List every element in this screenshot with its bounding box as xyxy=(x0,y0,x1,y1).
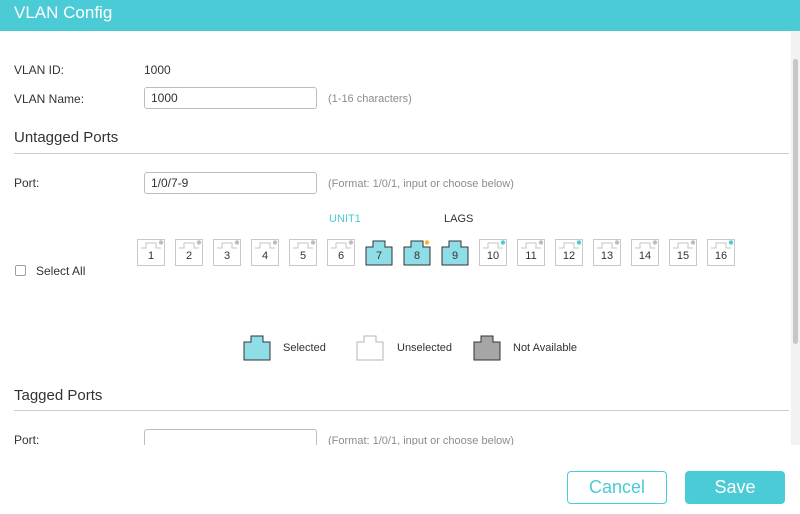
port-number: 2 xyxy=(185,250,193,262)
legend-unselected-label: Unselected xyxy=(397,342,453,354)
port-number: 4 xyxy=(261,250,269,262)
port-number: 8 xyxy=(413,250,421,262)
port-2[interactable]: 2 xyxy=(175,239,203,266)
port-11[interactable]: 11 xyxy=(517,239,545,266)
save-button[interactable]: Save xyxy=(685,471,785,504)
dialog-title: VLAN Config xyxy=(14,3,113,22)
legend-selected xyxy=(243,335,271,366)
port-7[interactable]: 7 xyxy=(365,239,393,266)
port-number: 1 xyxy=(147,250,155,262)
tab-lags[interactable]: LAGS xyxy=(444,213,473,225)
port-12[interactable]: 12 xyxy=(555,239,583,266)
untagged-port-input[interactable] xyxy=(144,172,317,194)
port-number: 16 xyxy=(714,250,728,262)
port-number: 6 xyxy=(337,250,345,262)
port-number: 10 xyxy=(486,250,500,262)
port-number: 12 xyxy=(562,250,576,262)
tagged-divider xyxy=(14,410,789,411)
legend-not-available-label: Not Available xyxy=(513,342,578,354)
scrollbar-thumb[interactable] xyxy=(793,59,798,344)
port-16[interactable]: 16 xyxy=(707,239,735,266)
select-all-label: Select All xyxy=(36,264,86,278)
vertical-scrollbar[interactable] xyxy=(791,31,800,445)
port-number: 3 xyxy=(223,250,231,262)
port-6[interactable]: 6 xyxy=(327,239,355,266)
vlan-name-input[interactable] xyxy=(144,87,317,109)
untagged-port-label: Port: xyxy=(14,176,40,190)
port-10[interactable]: 10 xyxy=(479,239,507,266)
port-8[interactable]: 8 xyxy=(403,239,431,266)
port-number: 15 xyxy=(676,250,690,262)
port-4[interactable]: 4 xyxy=(251,239,279,266)
port-14[interactable]: 14 xyxy=(631,239,659,266)
tab-unit1[interactable]: UNIT1 xyxy=(329,213,361,225)
select-all-checkbox[interactable] xyxy=(15,265,26,276)
tagged-port-label: Port: xyxy=(14,433,40,445)
port-5[interactable]: 5 xyxy=(289,239,317,266)
port-selected-icon xyxy=(243,335,271,361)
port-15[interactable]: 15 xyxy=(669,239,697,266)
vlan-id-label: VLAN ID: xyxy=(14,63,65,77)
dialog-title-bar: VLAN Config xyxy=(0,0,800,31)
dialog-content: VLAN ID: 1000 VLAN Name: (1-16 character… xyxy=(0,31,791,445)
port-9[interactable]: 9 xyxy=(441,239,469,266)
untagged-ports-title: Untagged Ports xyxy=(14,129,119,146)
vlan-id-value: 1000 xyxy=(144,63,171,77)
port-number: 9 xyxy=(451,250,459,262)
port-unavailable-icon xyxy=(473,335,501,361)
port-number: 14 xyxy=(638,250,652,262)
port-13[interactable]: 13 xyxy=(593,239,621,266)
vlan-name-label: VLAN Name: xyxy=(14,92,85,106)
port-number: 7 xyxy=(375,250,383,262)
port-unselected-icon xyxy=(356,335,384,361)
vlan-name-hint: (1-16 characters) xyxy=(328,93,412,105)
legend-selected-label: Selected xyxy=(283,342,326,354)
tagged-ports-title: Tagged Ports xyxy=(14,387,103,404)
untagged-port-hint: (Format: 1/0/1, input or choose below) xyxy=(328,178,514,190)
cancel-button[interactable]: Cancel xyxy=(567,471,667,504)
port-1[interactable]: 1 xyxy=(137,239,165,266)
untagged-divider xyxy=(14,153,789,154)
tagged-port-hint: (Format: 1/0/1, input or choose below) xyxy=(328,435,514,445)
port-3[interactable]: 3 xyxy=(213,239,241,266)
port-number: 5 xyxy=(299,250,307,262)
legend-not-available xyxy=(473,335,501,366)
tagged-port-input[interactable] xyxy=(144,429,317,445)
port-number: 13 xyxy=(600,250,614,262)
legend-unselected xyxy=(356,335,384,366)
port-number: 11 xyxy=(525,250,537,262)
